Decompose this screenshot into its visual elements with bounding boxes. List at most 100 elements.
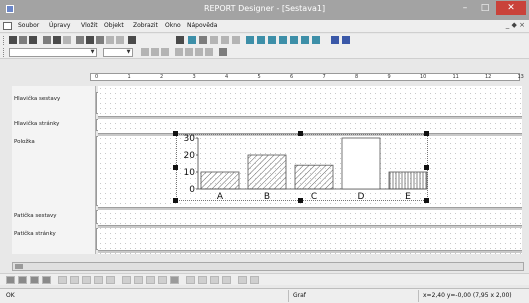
minimize-button[interactable]: – [456,1,474,15]
chevron-down-icon[interactable]: ▼ [125,49,132,56]
menu-upravy[interactable]: Úpravy [49,22,70,29]
section-label-page-header[interactable]: Hlavička stránky [14,121,59,127]
resize-handle-bottom-left[interactable] [173,198,178,203]
field-tool-icon[interactable] [199,36,207,44]
picture-tool-icon[interactable] [246,36,254,44]
grid-icon[interactable] [170,276,179,284]
formula-tool-icon[interactable] [301,36,309,44]
group-tool-icon[interactable] [312,36,320,44]
paste-icon[interactable] [96,36,104,44]
select-arrow-icon[interactable] [176,36,184,44]
menu-objekt[interactable]: Objekt [104,22,124,29]
redo-icon[interactable] [116,36,124,44]
align-tops-icon[interactable] [94,276,103,284]
resize-handle-top[interactable] [298,131,303,136]
group-icon[interactable] [238,276,247,284]
rectangle-tool-icon[interactable] [221,36,229,44]
cut-icon[interactable] [76,36,84,44]
menu-soubor[interactable]: Soubor [18,22,39,29]
align-right-edges-icon[interactable] [82,276,91,284]
help-icon[interactable] [128,36,136,44]
x-tick-label: E [405,192,411,201]
bar-D [341,137,381,190]
layout-icon[interactable] [18,276,27,284]
resize-handle-left[interactable] [173,165,178,170]
print-icon[interactable] [43,36,51,44]
new-icon[interactable] [9,36,17,44]
maximize-button[interactable]: □ [476,1,494,15]
section-label-item[interactable]: Položka [14,139,35,145]
resize-handle-right[interactable] [424,165,429,170]
scroll-left-button[interactable] [15,264,23,269]
open-icon[interactable] [19,36,27,44]
section-separator[interactable] [98,250,522,253]
section-label-report-footer[interactable]: Patička sestavy [14,213,57,219]
layout-icon[interactable] [42,276,51,284]
zoom-out-icon[interactable] [342,36,350,44]
save-icon[interactable] [29,36,37,44]
same-width-icon[interactable] [134,276,143,284]
align-center-icon[interactable] [185,48,193,56]
toolbar-grip[interactable] [3,36,6,45]
copy-icon[interactable] [86,36,94,44]
same-height-icon[interactable] [146,276,155,284]
resize-handle-bottom[interactable] [298,198,303,203]
zoom-in-icon[interactable] [331,36,339,44]
resize-handle-top-left[interactable] [173,131,178,136]
align-middles-icon[interactable] [106,276,115,284]
close-button[interactable]: ✕ [496,1,526,15]
align-right-icon[interactable] [195,48,203,56]
subreport-tool-icon[interactable] [279,36,287,44]
section-separator[interactable] [98,207,522,210]
layout-icon[interactable] [6,276,15,284]
text-tool-icon[interactable] [188,36,196,44]
space-vertical-icon[interactable] [198,276,207,284]
section-label-page-footer[interactable]: Patička stránky [14,231,56,237]
same-size-icon[interactable] [158,276,167,284]
align-bottoms-icon[interactable] [122,276,131,284]
bring-to-front-icon[interactable] [210,276,219,284]
italic-icon[interactable] [151,48,159,56]
space-horizontal-icon[interactable] [186,276,195,284]
ruler-mark: 6 [290,74,294,80]
print-preview-icon[interactable] [53,36,61,44]
menu-vlozit[interactable]: Vložit [81,22,98,29]
menu-okno[interactable]: Okno [165,22,181,29]
align-left-icon[interactable] [175,48,183,56]
justify-icon[interactable] [205,48,213,56]
properties-icon[interactable] [219,48,227,56]
bar-chart[interactable]: 0 10 20 30 A B C D E [176,134,428,201]
underline-icon[interactable] [161,48,169,56]
line-tool-icon[interactable] [210,36,218,44]
horizontal-scrollbar[interactable] [12,262,524,271]
barcode-tool-icon[interactable] [268,36,276,44]
ruler-mark: 7 [322,74,326,80]
ruler-mark: 12 [485,74,492,80]
send-to-back-icon[interactable] [222,276,231,284]
resize-handle-top-right[interactable] [424,131,429,136]
section-separator[interactable] [98,116,522,119]
align-centers-icon[interactable] [70,276,79,284]
menu-napoveda[interactable]: Nápověda [187,22,217,29]
spellcheck-icon[interactable] [63,36,71,44]
font-name-combo[interactable]: ▼ [9,48,97,57]
ellipse-tool-icon[interactable] [232,36,240,44]
undo-icon[interactable] [106,36,114,44]
toolbar-grip[interactable] [3,48,6,57]
document-icon[interactable] [3,22,12,30]
section-labels-panel: Hlavička sestavy Hlavička stránky Položk… [12,86,105,254]
resize-handle-bottom-right[interactable] [424,198,429,203]
layout-icon[interactable] [30,276,39,284]
table-tool-icon[interactable] [290,36,298,44]
bold-icon[interactable] [141,48,149,56]
section-label-report-header[interactable]: Hlavička sestavy [14,96,60,102]
mdi-window-controls[interactable]: _ ◆ × [506,21,525,29]
font-size-combo[interactable]: ▼ [103,48,133,57]
ungroup-icon[interactable] [250,276,259,284]
section-separator[interactable] [98,225,522,228]
chevron-down-icon[interactable]: ▼ [89,49,96,56]
chart-tool-icon[interactable] [257,36,265,44]
menu-zobrazit[interactable]: Zobrazit [133,22,158,29]
y-tick-label: 20 [184,151,196,161]
align-left-edges-icon[interactable] [58,276,67,284]
